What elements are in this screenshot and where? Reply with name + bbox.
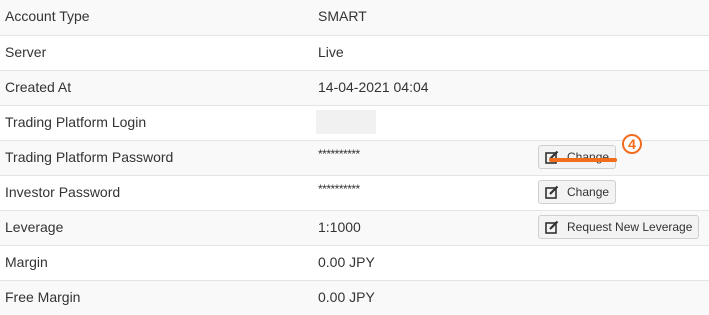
row-free-margin: Free Margin 0.00 JPY — [0, 280, 709, 315]
row-server: Server Live — [0, 35, 709, 70]
row-trading-platform-login: Trading Platform Login — [0, 105, 709, 140]
row-investor-password: Investor Password ********** Change — [0, 175, 709, 210]
investor-password-value: ********** — [318, 182, 360, 196]
free-margin-label: Free Margin — [5, 289, 81, 305]
investor-password-label: Investor Password — [5, 184, 121, 200]
margin-value: 0.00 JPY — [318, 254, 375, 270]
row-account-type: Account Type SMART — [0, 0, 709, 35]
margin-label: Margin — [5, 254, 48, 270]
request-new-leverage-button[interactable]: Request New Leverage — [538, 215, 700, 239]
account-type-value: SMART — [318, 8, 367, 24]
step-number-badge: 4 — [622, 134, 642, 154]
edit-icon — [545, 220, 559, 234]
row-margin: Margin 0.00 JPY — [0, 245, 709, 280]
created-at-label: Created At — [5, 79, 72, 95]
change-investor-password-button[interactable]: Change — [538, 180, 617, 204]
leverage-value: 1:1000 — [318, 219, 361, 235]
edit-icon — [545, 185, 559, 199]
server-value: Live — [318, 44, 344, 60]
trading-platform-login-label: Trading Platform Login — [5, 114, 147, 130]
server-label: Server — [5, 44, 47, 60]
free-margin-value: 0.00 JPY — [318, 289, 375, 305]
leverage-label: Leverage — [5, 219, 64, 235]
change-investor-password-label: Change — [567, 185, 610, 199]
account-type-label: Account Type — [5, 8, 90, 24]
row-leverage: Leverage 1:1000 Request New Leverage — [0, 210, 709, 245]
trading-platform-password-label: Trading Platform Password — [5, 149, 174, 165]
highlight-underline — [549, 158, 617, 162]
trading-platform-login-value — [316, 110, 376, 134]
request-new-leverage-label: Request New Leverage — [567, 220, 693, 234]
created-at-value: 14-04-2021 04:04 — [318, 79, 429, 95]
row-created-at: Created At 14-04-2021 04:04 — [0, 70, 709, 105]
trading-platform-password-value: ********** — [318, 147, 360, 161]
change-trading-password-button[interactable]: Change — [538, 145, 617, 169]
